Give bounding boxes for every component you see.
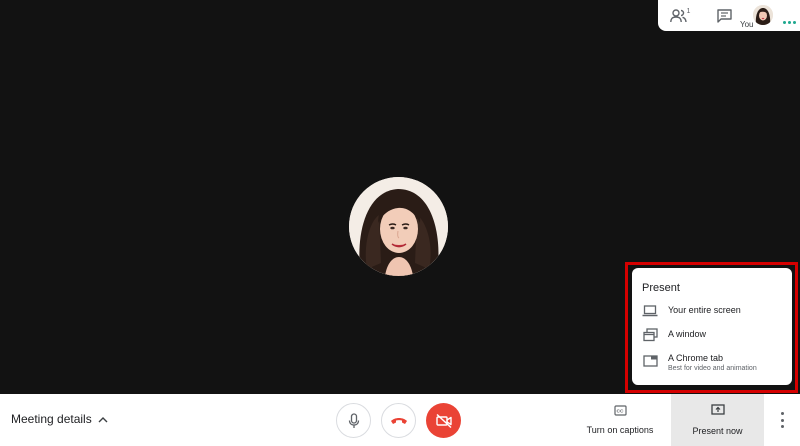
present-now-label: Present now — [692, 426, 743, 436]
meeting-details-label: Meeting details — [11, 412, 92, 426]
activity-dot — [793, 21, 796, 24]
microphone-button[interactable] — [336, 403, 371, 438]
top-right-panel: 1 You — [658, 0, 800, 31]
present-window-option[interactable]: A window — [632, 328, 792, 352]
camera-toggle-button[interactable] — [426, 403, 461, 438]
bottom-control-bar: Meeting details CC Turn on captions Pres… — [0, 394, 800, 446]
present-menu: Present Your entire screen A window A Ch… — [632, 268, 792, 385]
more-dot — [780, 425, 784, 428]
self-avatar-image — [753, 5, 773, 25]
end-call-button[interactable] — [381, 403, 416, 438]
camera-off-icon — [435, 413, 452, 428]
present-chrome-tab-sublabel: Best for video and animation — [668, 365, 757, 372]
present-now-button[interactable]: Present now — [671, 394, 764, 446]
present-menu-title: Present — [642, 282, 680, 294]
chat-icon — [716, 8, 732, 23]
hang-up-icon — [390, 417, 407, 424]
present-chrome-tab-label: A Chrome tab — [668, 353, 724, 363]
closed-captions-icon: CC — [613, 405, 627, 416]
participants-button[interactable]: 1 — [658, 0, 702, 31]
svg-text:CC: CC — [616, 409, 623, 415]
self-view-tile[interactable]: You — [740, 0, 800, 31]
window-icon — [642, 328, 658, 342]
present-window-label: A window — [668, 329, 707, 339]
participant-avatar — [349, 177, 448, 276]
laptop-icon — [642, 304, 658, 318]
tab-icon — [642, 354, 658, 368]
more-dot — [780, 418, 784, 422]
activity-dot — [783, 21, 786, 24]
present-chrome-tab-option[interactable]: A Chrome tab Best for video and animatio… — [632, 352, 792, 382]
captions-button[interactable]: CC Turn on captions — [583, 403, 657, 435]
participant-count: 1 — [686, 8, 691, 15]
activity-dot — [788, 21, 791, 24]
meeting-details-button[interactable]: Meeting details — [11, 412, 108, 426]
participant-avatar-image — [349, 177, 448, 276]
present-entire-screen-option[interactable]: Your entire screen — [632, 304, 792, 328]
more-options-button[interactable] — [778, 412, 786, 428]
people-icon — [669, 8, 687, 22]
captions-label: Turn on captions — [586, 425, 654, 435]
microphone-icon — [348, 412, 359, 428]
present-screen-icon — [710, 404, 725, 415]
more-dot — [780, 412, 784, 415]
chevron-up-icon — [98, 416, 108, 422]
self-label: You — [740, 20, 754, 29]
audio-activity-indicator — [783, 21, 796, 24]
present-entire-screen-label: Your entire screen — [668, 305, 741, 315]
self-avatar — [753, 5, 773, 25]
